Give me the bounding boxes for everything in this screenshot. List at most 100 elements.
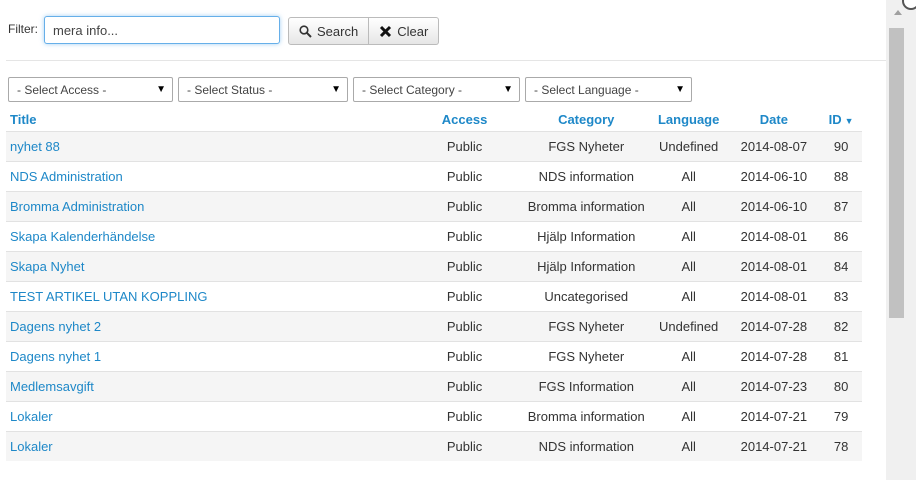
cell-id: 78	[820, 431, 862, 461]
cell-access: Public	[406, 131, 523, 162]
cell-title: Bromma Administration	[6, 191, 407, 222]
cell-access: Public	[406, 401, 523, 432]
sort-desc-icon: ▼	[844, 115, 854, 126]
cell-category: Bromma information	[522, 191, 650, 222]
article-title-link[interactable]: Dagens nyhet 2	[10, 319, 101, 334]
cell-access: Public	[406, 281, 523, 312]
cell-date: 2014-08-01	[727, 251, 821, 282]
divider	[6, 60, 886, 61]
table-header-row: Title Access Category Language Date ID ▼	[6, 107, 862, 132]
article-title-link[interactable]: NDS Administration	[10, 169, 123, 184]
cell-language: Undefined	[649, 131, 728, 162]
cell-date: 2014-08-01	[727, 221, 821, 252]
select-category[interactable]: - Select Category - ▼	[353, 77, 520, 102]
cell-language: All	[649, 221, 728, 252]
article-title-link[interactable]: Lokaler	[10, 439, 53, 454]
filter-input[interactable]	[44, 16, 280, 44]
cell-language: All	[649, 371, 728, 402]
table-row: Lokaler Public Bromma information All 2014-0…	[6, 401, 862, 432]
column-header-id[interactable]: ID ▼	[820, 107, 862, 132]
table-row: NDS Administration Public NDS information A…	[6, 161, 862, 192]
cell-title: Dagens nyhet 1	[6, 341, 407, 372]
search-button-label: Search	[317, 23, 359, 39]
column-header-title[interactable]: Title	[6, 107, 406, 132]
cell-title: TEST ARTIKEL UTAN KOPPLING	[6, 281, 407, 312]
cell-id: 86	[820, 221, 862, 252]
cell-access: Public	[406, 251, 523, 282]
cell-id: 82	[820, 311, 862, 342]
caret-down-icon: ▼	[675, 84, 685, 95]
cell-title: Dagens nyhet 2	[6, 311, 407, 342]
cell-date: 2014-08-01	[727, 281, 821, 312]
cell-category: Hjälp Information	[522, 251, 650, 282]
select-access-value: - Select Access -	[17, 82, 107, 97]
article-title-link[interactable]: Lokaler	[10, 409, 53, 424]
cell-id: 88	[820, 161, 862, 192]
article-title-link[interactable]: Dagens nyhet 1	[10, 349, 101, 364]
cell-access: Public	[406, 341, 523, 372]
select-category-value: - Select Category -	[362, 82, 463, 97]
article-title-link[interactable]: TEST ARTIKEL UTAN KOPPLING	[10, 289, 207, 304]
cell-date: 2014-06-10	[727, 161, 821, 192]
cell-language: All	[649, 281, 728, 312]
select-status[interactable]: - Select Status - ▼	[178, 77, 348, 102]
scroll-up-arrow-icon[interactable]	[894, 10, 902, 15]
search-button[interactable]: Search	[288, 17, 370, 45]
cell-date: 2014-07-21	[727, 401, 821, 432]
table-row: TEST ARTIKEL UTAN KOPPLING Public Uncatego…	[6, 281, 862, 312]
clear-button-label: Clear	[397, 23, 429, 39]
cell-language: All	[649, 401, 728, 432]
column-header-category[interactable]: Category	[523, 107, 650, 132]
search-icon	[299, 24, 312, 38]
cell-id: 87	[820, 191, 862, 222]
article-title-link[interactable]: Skapa Kalenderhändelse	[10, 229, 155, 244]
article-title-link[interactable]: Skapa Nyhet	[10, 259, 84, 274]
filter-label: Filter:	[8, 22, 38, 36]
cell-language: Undefined	[649, 311, 728, 342]
cell-access: Public	[406, 191, 523, 222]
table-row: Skapa Nyhet Public Hjälp Information All 201…	[6, 251, 862, 282]
cell-language: All	[649, 341, 728, 372]
cell-category: Bromma information	[522, 401, 650, 432]
column-header-language[interactable]: Language	[650, 107, 728, 132]
filter-button-group: Search Clear	[288, 17, 440, 45]
scroll-thumb[interactable]	[889, 28, 904, 318]
clear-button[interactable]: Clear	[369, 17, 440, 45]
cell-category: Hjälp Information	[522, 221, 650, 252]
cell-access: Public	[406, 431, 523, 461]
articles-table: Title Access Category Language Date ID ▼ …	[6, 107, 862, 461]
column-header-id-label: ID	[828, 111, 842, 127]
column-header-date[interactable]: Date	[728, 107, 821, 132]
cell-date: 2014-08-07	[727, 131, 821, 162]
select-access[interactable]: - Select Access - ▼	[8, 77, 173, 102]
cell-title: Skapa Kalenderhändelse	[6, 221, 407, 252]
caret-down-icon: ▼	[503, 84, 513, 95]
cell-language: All	[649, 431, 728, 461]
cell-category: NDS information	[522, 161, 650, 192]
cell-id: 80	[820, 371, 862, 402]
cell-id: 90	[820, 131, 862, 162]
cell-date: 2014-07-21	[727, 431, 821, 461]
scrollbar[interactable]	[886, 0, 916, 480]
column-header-access[interactable]: Access	[406, 107, 522, 132]
cell-access: Public	[406, 311, 523, 342]
cell-id: 79	[820, 401, 862, 432]
close-icon	[380, 25, 392, 37]
article-title-link[interactable]: nyhet 88	[10, 139, 60, 154]
cell-title: Lokaler	[6, 431, 407, 461]
cell-title: nyhet 88	[6, 131, 407, 162]
select-language[interactable]: - Select Language - ▼	[525, 77, 692, 102]
cell-date: 2014-07-28	[727, 341, 821, 372]
cell-category: FGS Nyheter	[522, 311, 650, 342]
table-row: Medlemsavgift Public FGS Information All 201…	[6, 371, 862, 402]
table-row: Lokaler Public NDS information All 2014-07-2…	[6, 431, 862, 461]
table-row: Dagens nyhet 2 Public FGS Nyheter Undefined…	[6, 311, 862, 342]
table-row: nyhet 88 Public FGS Nyheter Undefined 2014-0…	[6, 131, 862, 162]
article-title-link[interactable]: Medlemsavgift	[10, 379, 94, 394]
cell-language: All	[649, 191, 728, 222]
cell-category: Uncategorised	[522, 281, 650, 312]
article-title-link[interactable]: Bromma Administration	[10, 199, 144, 214]
table-row: Dagens nyhet 1 Public FGS Nyheter All 2014-0…	[6, 341, 862, 372]
cell-category: FGS Nyheter	[522, 341, 650, 372]
cell-date: 2014-07-28	[727, 311, 821, 342]
